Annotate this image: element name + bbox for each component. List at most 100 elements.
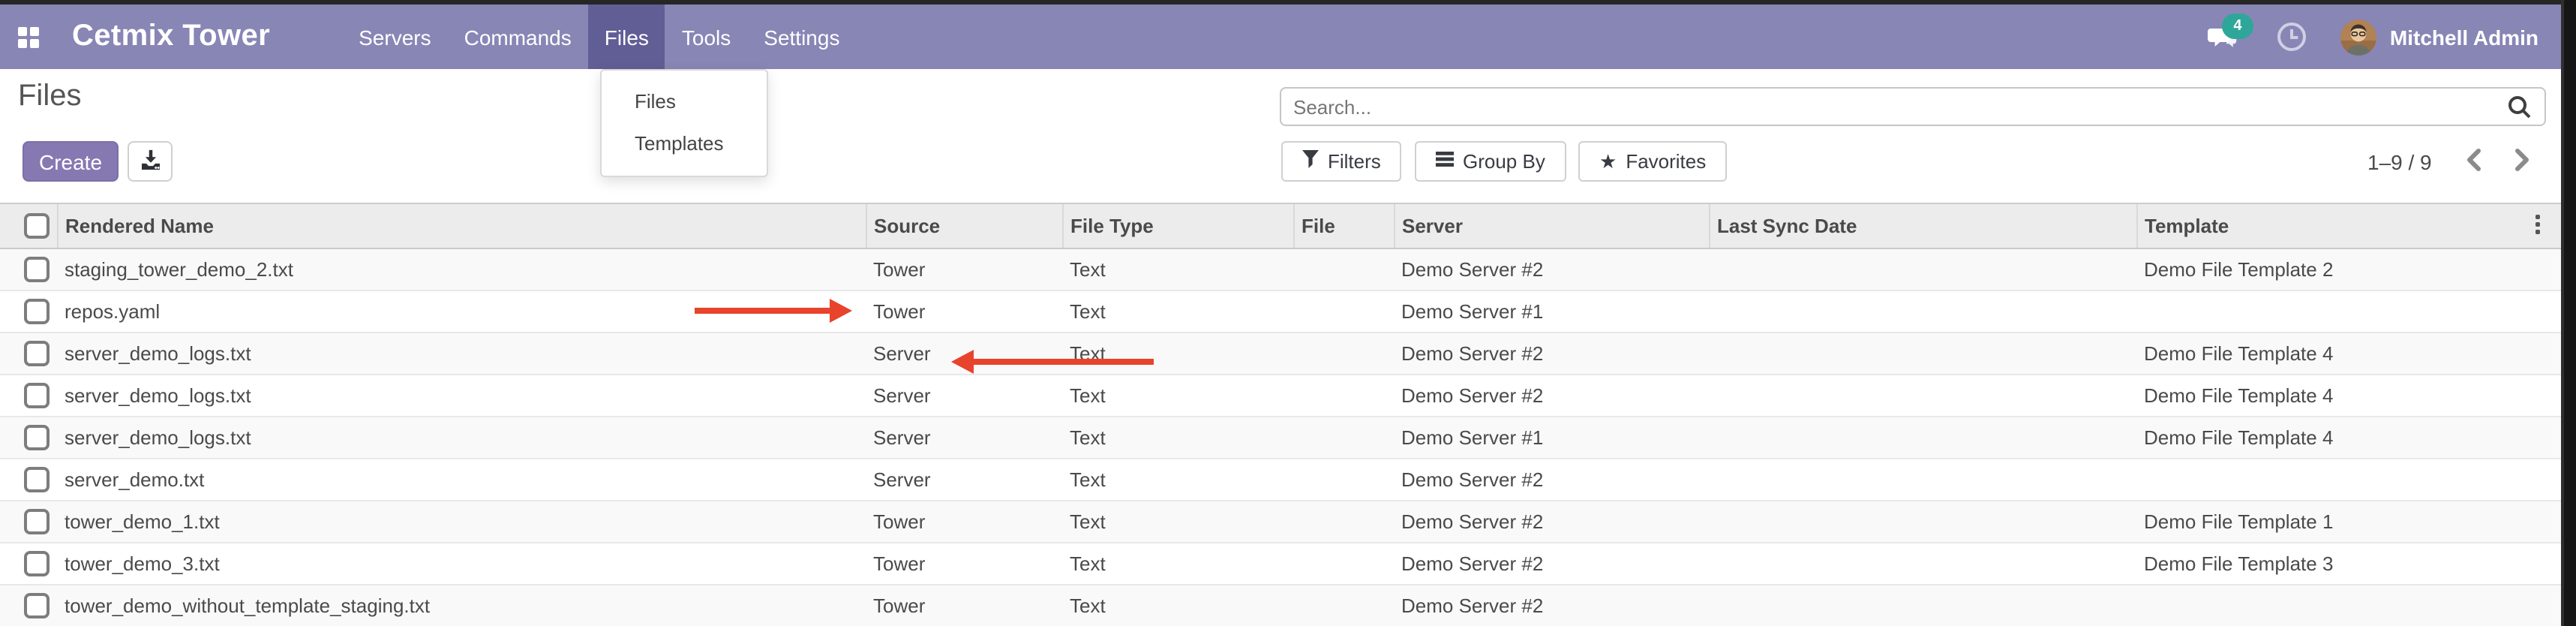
col-header-server[interactable]: Server [1394,203,1709,248]
pager-next-button[interactable] [2514,148,2531,175]
row-checkbox[interactable] [24,341,50,366]
cell-file-type: Text [1062,501,1293,543]
cell-file-type: Text [1062,417,1293,459]
filters-label: Filters [1328,150,1381,173]
menu-commands[interactable]: Commands [448,5,588,69]
menu-settings[interactable]: Settings [747,5,856,69]
window-top-edge [0,0,2576,5]
cell-template: Demo File Template 1 [2136,501,2564,543]
row-checkbox[interactable] [24,467,50,492]
cell-file-type: Text [1062,375,1293,417]
cell-template [2136,585,2564,626]
menu-files[interactable]: Files [588,5,665,69]
menu-servers[interactable]: Servers [342,5,447,69]
table-row[interactable]: server_demo.txt Server Text Demo Server … [0,459,2564,501]
main-menu: Servers Commands Files Tools Settings [342,5,856,69]
create-button[interactable]: Create [23,141,119,182]
table-header-row: Rendered Name Source File Type File Serv… [0,203,2564,248]
cell-template [2136,459,2564,501]
group-by-button[interactable]: Group By [1415,141,1566,182]
cell-server: Demo Server #2 [1394,333,1709,375]
col-header-last-sync-date[interactable]: Last Sync Date [1709,203,2136,248]
window-right-edge [2561,0,2576,626]
dropdown-item-templates[interactable]: Templates [602,123,767,165]
filter-funnel-icon [1302,150,1319,173]
col-header-file[interactable]: File [1293,203,1394,248]
cell-rendered-name: server_demo_logs.txt [57,333,866,375]
cell-file [1293,459,1394,501]
menu-tools[interactable]: Tools [665,5,747,69]
row-checkbox[interactable] [24,425,50,450]
group-by-bars-icon [1436,150,1454,173]
favorites-label: Favorites [1626,150,1706,173]
group-by-label: Group By [1463,150,1545,173]
messages-count-badge: 4 [2222,13,2253,38]
col-header-file-type[interactable]: File Type [1062,203,1293,248]
cell-last-sync-date [1709,459,2136,501]
row-checkbox[interactable] [24,383,50,408]
table-row[interactable]: repos.yaml Tower Text Demo Server #1 [0,290,2564,333]
dropdown-item-files[interactable]: Files [602,81,767,123]
table-row[interactable]: server_demo_logs.txt Server Text Demo Se… [0,333,2564,375]
cell-rendered-name: server_demo.txt [57,459,866,501]
app-window: Cetmix Tower Servers Commands Files Tool… [0,0,2576,626]
col-header-rendered-name[interactable]: Rendered Name [57,203,866,248]
col-header-template[interactable]: Template [2136,203,2564,248]
cell-rendered-name: tower_demo_without_template_staging.txt [57,585,866,626]
table-row[interactable]: server_demo_logs.txt Server Text Demo Se… [0,375,2564,417]
cell-source: Tower [866,543,1062,585]
row-checkbox[interactable] [24,299,50,324]
pager-previous-button[interactable] [2465,148,2481,175]
filters-button[interactable]: Filters [1281,141,1402,182]
cell-file [1293,417,1394,459]
cell-source: Tower [866,585,1062,626]
row-checkbox[interactable] [24,257,50,282]
cell-file [1293,543,1394,585]
pager-range: 1–9 / 9 [2367,149,2432,173]
files-table: Rendered Name Source File Type File Serv… [0,203,2564,626]
content-area: Files Create Filters Group By [0,69,2564,626]
cell-template [2136,290,2564,333]
cell-file-type: Text [1062,459,1293,501]
row-checkbox[interactable] [24,551,50,576]
page-title: Files [18,80,81,114]
table-row[interactable]: server_demo_logs.txt Server Text Demo Se… [0,417,2564,459]
user-name[interactable]: Mitchell Admin [2390,25,2538,49]
col-header-source[interactable]: Source [866,203,1062,248]
annotation-arrow-right [695,299,852,323]
table-row[interactable]: tower_demo_1.txt Tower Text Demo Server … [0,501,2564,543]
table-row[interactable]: staging_tower_demo_2.txt Tower Text Demo… [0,248,2564,290]
messages-button[interactable]: 4 [2204,19,2240,55]
search-input[interactable] [1281,95,2501,118]
cell-template: Demo File Template 2 [2136,248,2564,290]
brand-title[interactable]: Cetmix Tower [72,20,270,54]
cell-last-sync-date [1709,543,2136,585]
cell-source: Server [866,375,1062,417]
row-checkbox[interactable] [24,509,50,534]
table-row[interactable]: tower_demo_without_template_staging.txt … [0,585,2564,626]
select-all-checkbox[interactable] [24,213,50,239]
cell-server: Demo Server #2 [1394,543,1709,585]
import-button[interactable] [128,141,173,182]
favorites-button[interactable]: ★ Favorites [1578,141,1727,182]
apps-menu-icon[interactable] [18,26,39,47]
cell-file [1293,375,1394,417]
chevron-right-icon [2514,148,2531,175]
activities-clock-icon[interactable] [2276,21,2307,53]
row-checkbox[interactable] [24,593,50,618]
cell-file-type: Text [1062,543,1293,585]
annotation-arrow-left [951,350,1154,374]
chat-bubbles-icon [2204,35,2240,61]
table-row[interactable]: tower_demo_3.txt Tower Text Demo Server … [0,543,2564,585]
cell-last-sync-date [1709,585,2136,626]
cell-last-sync-date [1709,248,2136,290]
cell-server: Demo Server #2 [1394,501,1709,543]
search-icon[interactable] [2501,94,2544,119]
cell-rendered-name: tower_demo_1.txt [57,501,866,543]
user-avatar[interactable] [2340,19,2376,55]
chevron-left-icon [2465,148,2481,175]
download-icon [139,148,161,175]
cell-source: Server [866,459,1062,501]
cell-file-type: Text [1062,290,1293,333]
optional-columns-toggle-icon[interactable] [2535,215,2540,234]
